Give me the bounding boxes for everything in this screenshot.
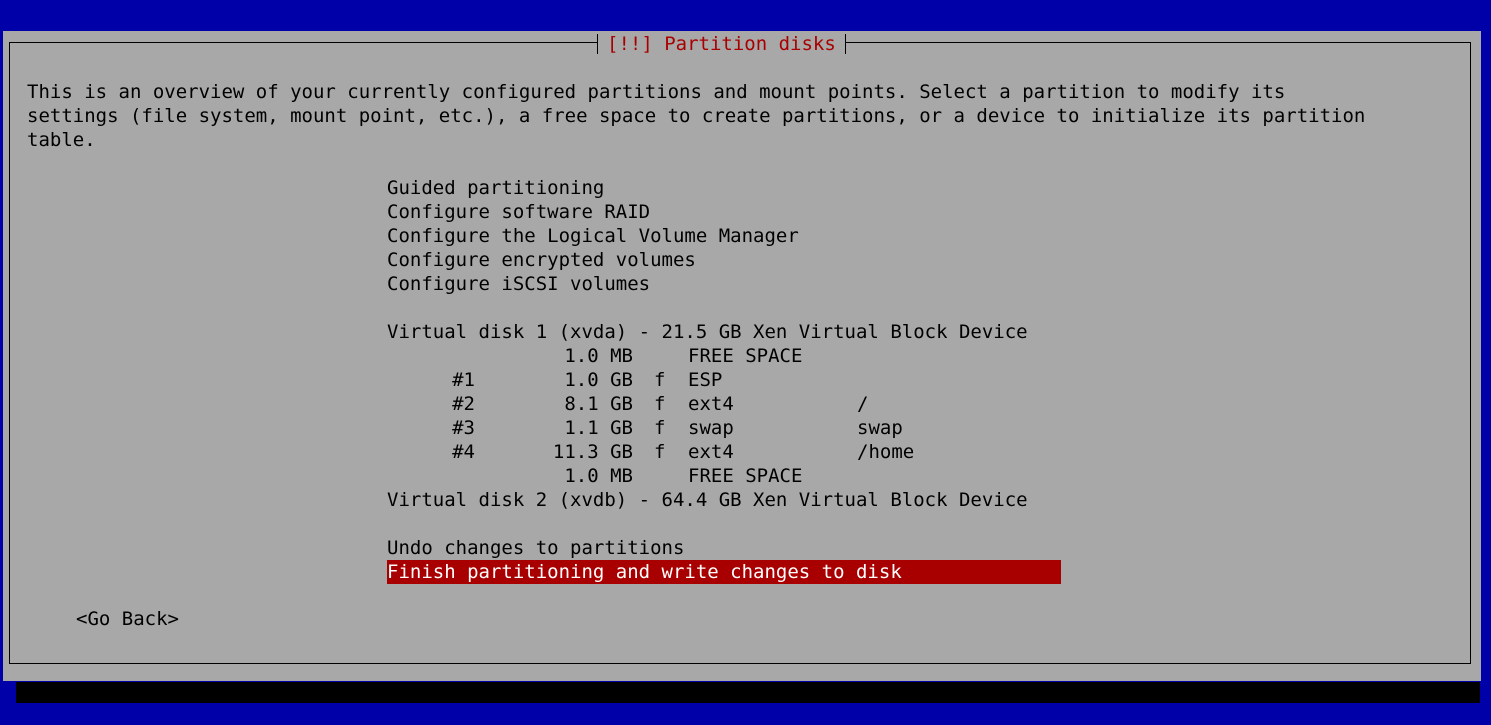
partition-row-free-space-1[interactable]: 1.0 MB FREE SPACE [387, 344, 1061, 368]
partition-size: 1.0 MB [564, 345, 633, 367]
partition-filesystem: FREE SPACE [688, 465, 803, 487]
partition-size: 8.1 GB [564, 393, 633, 415]
partition-mount-point: swap [857, 417, 903, 439]
disk-1-item[interactable]: Virtual disk 1 (xvda) - 21.5 GB Xen Virt… [387, 320, 1061, 344]
installer-screen: [!!] Partition disks This is an overview… [0, 0, 1491, 725]
partition-size: 1.1 GB [564, 417, 633, 439]
partition-row-free-space-2[interactable]: 1.0 MB FREE SPACE [387, 464, 1061, 488]
menu-item-encrypted-volumes[interactable]: Configure encrypted volumes [387, 248, 1061, 272]
menu-item-finish-partitioning[interactable]: Finish partitioning and write changes to… [387, 560, 1061, 584]
partition-number: #1 [452, 369, 475, 391]
partition-mount-point: /home [857, 441, 915, 463]
partition-number: #4 [452, 441, 475, 463]
partition-row-1[interactable]: #1 1.0 GB f ESP [387, 368, 1061, 392]
partition-flag: f [654, 393, 666, 415]
partition-flag: f [654, 417, 666, 439]
description-line-1: This is an overview of your currently co… [27, 81, 1286, 103]
partition-filesystem: ext4 [688, 441, 734, 463]
menu-item-software-raid[interactable]: Configure software RAID [387, 200, 1061, 224]
partition-row-3[interactable]: #3 1.1 GB f swap swap [387, 416, 1061, 440]
menu-item-undo-changes[interactable]: Undo changes to partitions [387, 536, 1061, 560]
dialog-shadow [16, 682, 1480, 703]
description-line-3: table. [27, 129, 96, 151]
dialog-title: [!!] Partition disks [597, 31, 846, 57]
partition-size: 11.3 GB [552, 441, 633, 463]
partition-number: #2 [452, 393, 475, 415]
partition-disks-dialog: [!!] Partition disks This is an overview… [3, 31, 1481, 681]
partition-flag: f [654, 369, 666, 391]
menu-item-iscsi-volumes[interactable]: Configure iSCSI volumes [387, 272, 1061, 296]
menu-item-lvm[interactable]: Configure the Logical Volume Manager [387, 224, 1061, 248]
disk-2-item[interactable]: Virtual disk 2 (xvdb) - 64.4 GB Xen Virt… [387, 488, 1061, 512]
menu-item-guided-partitioning[interactable]: Guided partitioning [387, 176, 1061, 200]
partition-filesystem: ESP [688, 369, 723, 391]
partition-row-2[interactable]: #2 8.1 GB f ext4 / [387, 392, 1061, 416]
partition-filesystem: swap [688, 417, 734, 439]
partition-filesystem: FREE SPACE [688, 345, 803, 367]
partition-row-4[interactable]: #4 11.3 GB f ext4 /home [387, 440, 1061, 464]
partition-number: #3 [452, 417, 475, 439]
partition-flag: f [654, 441, 666, 463]
partition-size: 1.0 MB [564, 465, 633, 487]
partition-size: 1.0 GB [564, 369, 633, 391]
partition-mount-point: / [857, 393, 869, 415]
partition-filesystem: ext4 [688, 393, 734, 415]
go-back-button[interactable]: <Go Back> [76, 607, 179, 631]
description-line-2: settings (file system, mount point, etc.… [27, 105, 1366, 127]
